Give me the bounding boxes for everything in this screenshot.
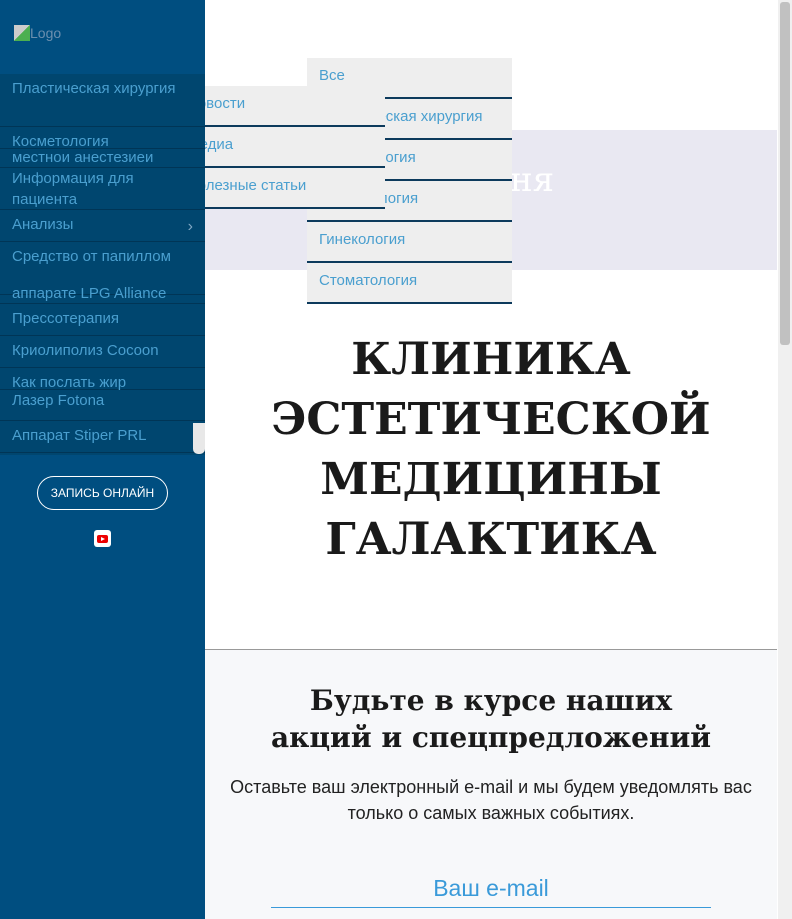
menu-item[interactable]: Криолиполиз Cocoon [0, 336, 205, 368]
scrollbar-thumb[interactable] [780, 2, 790, 345]
menu-item[interactable]: Как послать жир [0, 368, 205, 391]
dropdown-item[interactable]: Новости [205, 86, 385, 127]
menu-item[interactable]: местнои анестезиеи [0, 147, 205, 168]
page-title: КЛИНИКА ЭСТЕТИЧЕСКОЙ МЕДИЦИНЫ ГАЛАКТИКА [271, 334, 711, 565]
menu-item[interactable]: Аппарат Stiper PRL [0, 421, 205, 453]
dropdown-item[interactable]: Стоматология [307, 263, 512, 304]
sidebar: Logo Пластическая хирургия Косметология … [0, 0, 205, 919]
email-input[interactable] [271, 870, 711, 908]
dropdown-item[interactable]: Гинекология [307, 222, 512, 263]
menu-item[interactable]: аппарате LPG Alliance [0, 283, 205, 304]
menu-item[interactable]: Пластическая хирургия [0, 74, 205, 127]
logo[interactable]: Logo [14, 25, 61, 41]
menu-scrollbar[interactable] [193, 423, 205, 454]
record-online-button[interactable]: ЗАПИСЬ ОНЛАЙН [37, 476, 168, 510]
dropdown-item[interactable]: Полезные статьи [205, 168, 385, 209]
menu-item[interactable]: Прессотерапия [0, 304, 205, 336]
subscribe-section: Будьте в курсе наших акций и спецпредложе… [205, 649, 777, 919]
menu-item[interactable]: Косметология [0, 127, 205, 150]
menu-item[interactable]: Лазер Fotona [0, 390, 205, 421]
hero-text: ня [510, 160, 555, 200]
dropdown-item[interactable]: Медиа [205, 127, 385, 168]
menu-item-analyzes[interactable]: Анализы › [0, 210, 205, 242]
broken-image-icon [14, 25, 30, 41]
page-scrollbar[interactable] [778, 0, 792, 919]
chevron-right-icon: › [187, 218, 193, 235]
youtube-icon[interactable] [94, 530, 111, 547]
subscribe-text: Оставьте ваш электронный e-mail и мы буд… [230, 777, 752, 823]
blog-dropdown: Новости Медиа Полезные статьи [205, 86, 385, 209]
subscribe-heading: Будьте в курсе наших акций и спецпредложе… [271, 684, 711, 754]
menu-item[interactable]: Информация для пациента [0, 168, 205, 210]
sidebar-menu[interactable]: Пластическая хирургия Косметология местн… [0, 74, 205, 455]
